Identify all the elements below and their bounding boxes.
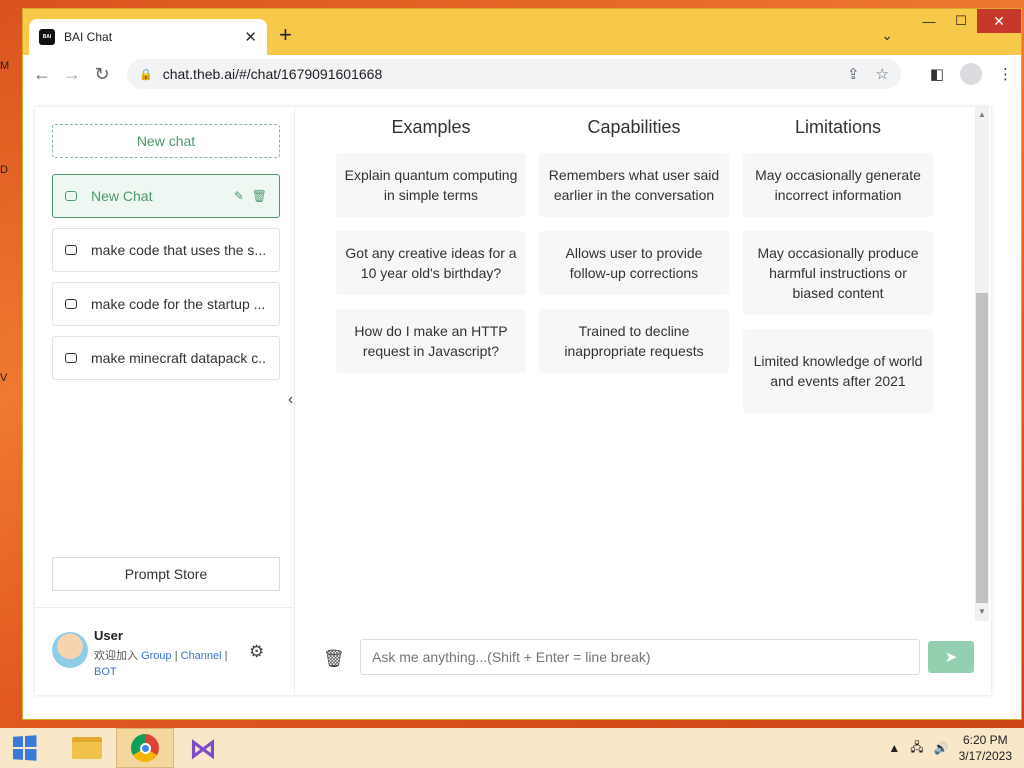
tab-favicon: BAI [39,29,55,45]
clear-chat-icon[interactable]: 🗑 [323,649,345,669]
limitation-card: May occasionally generate incorrect info… [743,153,933,217]
scroll-down-icon[interactable]: ▼ [978,607,986,616]
community-links: 欢迎加入 Group | Channel | BOT [94,650,228,678]
new-tab-button[interactable]: + [279,23,292,47]
group-link[interactable]: Group [141,650,172,662]
chrome-taskbar-button[interactable] [116,728,174,768]
chat-list-item[interactable]: make code that uses the s... [52,228,280,272]
maximize-button[interactable]: ☐ [945,9,977,33]
page-viewport: New chat New Chat ✎ 🗑 make code that use… [23,93,1021,719]
desktop-icon-label: V [0,372,8,384]
edit-icon[interactable]: ✎ [234,189,244,203]
capability-card: Allows user to provide follow-up correct… [539,231,729,295]
visual-studio-button[interactable]: ⋈ [174,728,232,768]
example-card[interactable]: Got any creative ideas for a 10 year old… [336,231,526,295]
capability-card: Remembers what user said earlier in the … [539,153,729,217]
examples-column: Examples Explain quantum computing in si… [336,107,526,373]
tab-title: BAI Chat [64,30,113,44]
browser-toolbar: ← → ↻ 🔒 chat.theb.ai/#/chat/167909160166… [23,55,1021,93]
chat-bubble-icon [65,191,77,201]
browser-window: BAI BAI Chat ✕ + ⌄ — ☐ ✕ ← → ↻ 🔒 chat.th… [22,8,1022,720]
chat-title: make code that uses the s... [91,242,267,258]
send-icon: ➤ [944,649,958,666]
clock-time: 6:20 PM [962,733,1008,747]
desktop-icon-label: M [0,60,10,72]
clock[interactable]: 6:20 PM 3/17/2023 [959,732,1012,764]
lock-icon: 🔒 [139,68,153,81]
limitation-card: Limited knowledge of world and events af… [743,329,933,413]
welcome-text: 欢迎加入 [94,650,138,662]
capabilities-column: Capabilities Remembers what user said ea… [539,107,729,373]
delete-icon[interactable]: 🗑 [252,189,267,203]
windows-icon [12,735,37,761]
collapse-sidebar-icon[interactable]: ‹ [288,391,293,409]
tab-close-icon[interactable]: ✕ [244,28,257,46]
scrollbar[interactable]: ▲ ▼ [975,107,989,621]
url-text[interactable]: chat.theb.ai/#/chat/1679091601668 [163,66,831,82]
back-icon[interactable]: ← [27,64,57,85]
window-controls: — ☐ ✕ [913,9,1021,33]
chat-list-item[interactable]: New Chat ✎ 🗑 [52,174,280,218]
limitations-column: Limitations May occasionally generate in… [743,107,933,413]
desktop-icon-label: D [0,164,8,176]
chat-app: New chat New Chat ✎ 🗑 make code that use… [35,107,991,695]
chat-title: make minecraft datapack c... [91,350,267,366]
chat-list-item[interactable]: make minecraft datapack c... [52,336,280,380]
side-panel-icon[interactable]: ◧ [930,65,944,83]
user-name: User [94,628,123,643]
chat-title: New Chat [91,188,153,204]
minimize-button[interactable]: — [913,9,945,33]
scroll-thumb[interactable] [976,293,988,603]
tab-search-icon[interactable]: ⌄ [881,27,893,44]
chat-title: make code for the startup ... [91,296,266,312]
address-bar[interactable]: 🔒 chat.theb.ai/#/chat/1679091601668 ⇪ ☆ [127,59,901,89]
user-panel: User 欢迎加入 Group | Channel | BOT ⚙ [35,607,295,695]
profile-icon[interactable] [960,63,982,85]
start-button[interactable] [0,728,48,768]
star-icon[interactable]: ☆ [876,65,889,83]
browser-tab[interactable]: BAI BAI Chat ✕ [29,19,267,55]
bot-link[interactable]: BOT [94,666,117,678]
tray-expand-icon[interactable]: ▲ [888,741,900,755]
new-chat-button[interactable]: New chat [52,124,280,158]
chat-list-item[interactable]: make code for the startup ... [52,282,280,326]
column-title: Examples [391,117,471,137]
capability-card: Trained to decline inappropriate request… [539,309,729,373]
reload-icon[interactable]: ↻ [87,64,117,85]
column-title: Capabilities [587,117,681,137]
menu-icon[interactable]: ⋮ [998,65,1013,83]
example-card[interactable]: How do I make an HTTP request in Javascr… [336,309,526,373]
visual-studio-icon: ⋈ [189,732,217,764]
message-input[interactable] [360,639,920,675]
taskbar: ⋈ ▲ 🖧 🔊 6:20 PM 3/17/2023 [0,728,1024,768]
main-panel: Examples Explain quantum computing in si… [296,107,991,695]
volume-icon[interactable]: 🔊 [934,741,949,755]
sidebar: New chat New Chat ✎ 🗑 make code that use… [35,107,295,695]
send-button[interactable]: ➤ [928,641,974,673]
network-icon[interactable]: 🖧 [910,738,923,759]
limitation-card: May occasionally produce harmful instruc… [743,231,933,315]
prompt-store-button[interactable]: Prompt Store [52,557,280,591]
column-title: Limitations [794,117,882,137]
forward-icon[interactable]: → [57,64,87,85]
chrome-icon [131,734,159,762]
channel-link[interactable]: Channel [181,650,222,662]
chat-bubble-icon [65,245,77,255]
avatar [52,632,88,668]
system-tray: ▲ 🖧 🔊 6:20 PM 3/17/2023 [888,728,1012,768]
file-explorer-button[interactable] [58,728,116,768]
share-icon[interactable]: ⇪ [847,65,860,83]
scroll-up-icon[interactable]: ▲ [978,110,986,119]
clock-date: 3/17/2023 [958,749,1012,763]
title-bar: BAI BAI Chat ✕ + ⌄ — ☐ ✕ [23,9,1021,55]
chat-bubble-icon [65,353,77,363]
toolbar-actions: ◧ ⋮ [930,63,1013,85]
file-explorer-icon [72,737,102,759]
example-card[interactable]: Explain quantum computing in simple term… [336,153,526,217]
chat-bubble-icon [65,299,77,309]
settings-icon[interactable]: ⚙ [249,642,264,662]
close-window-button[interactable]: ✕ [977,9,1021,33]
